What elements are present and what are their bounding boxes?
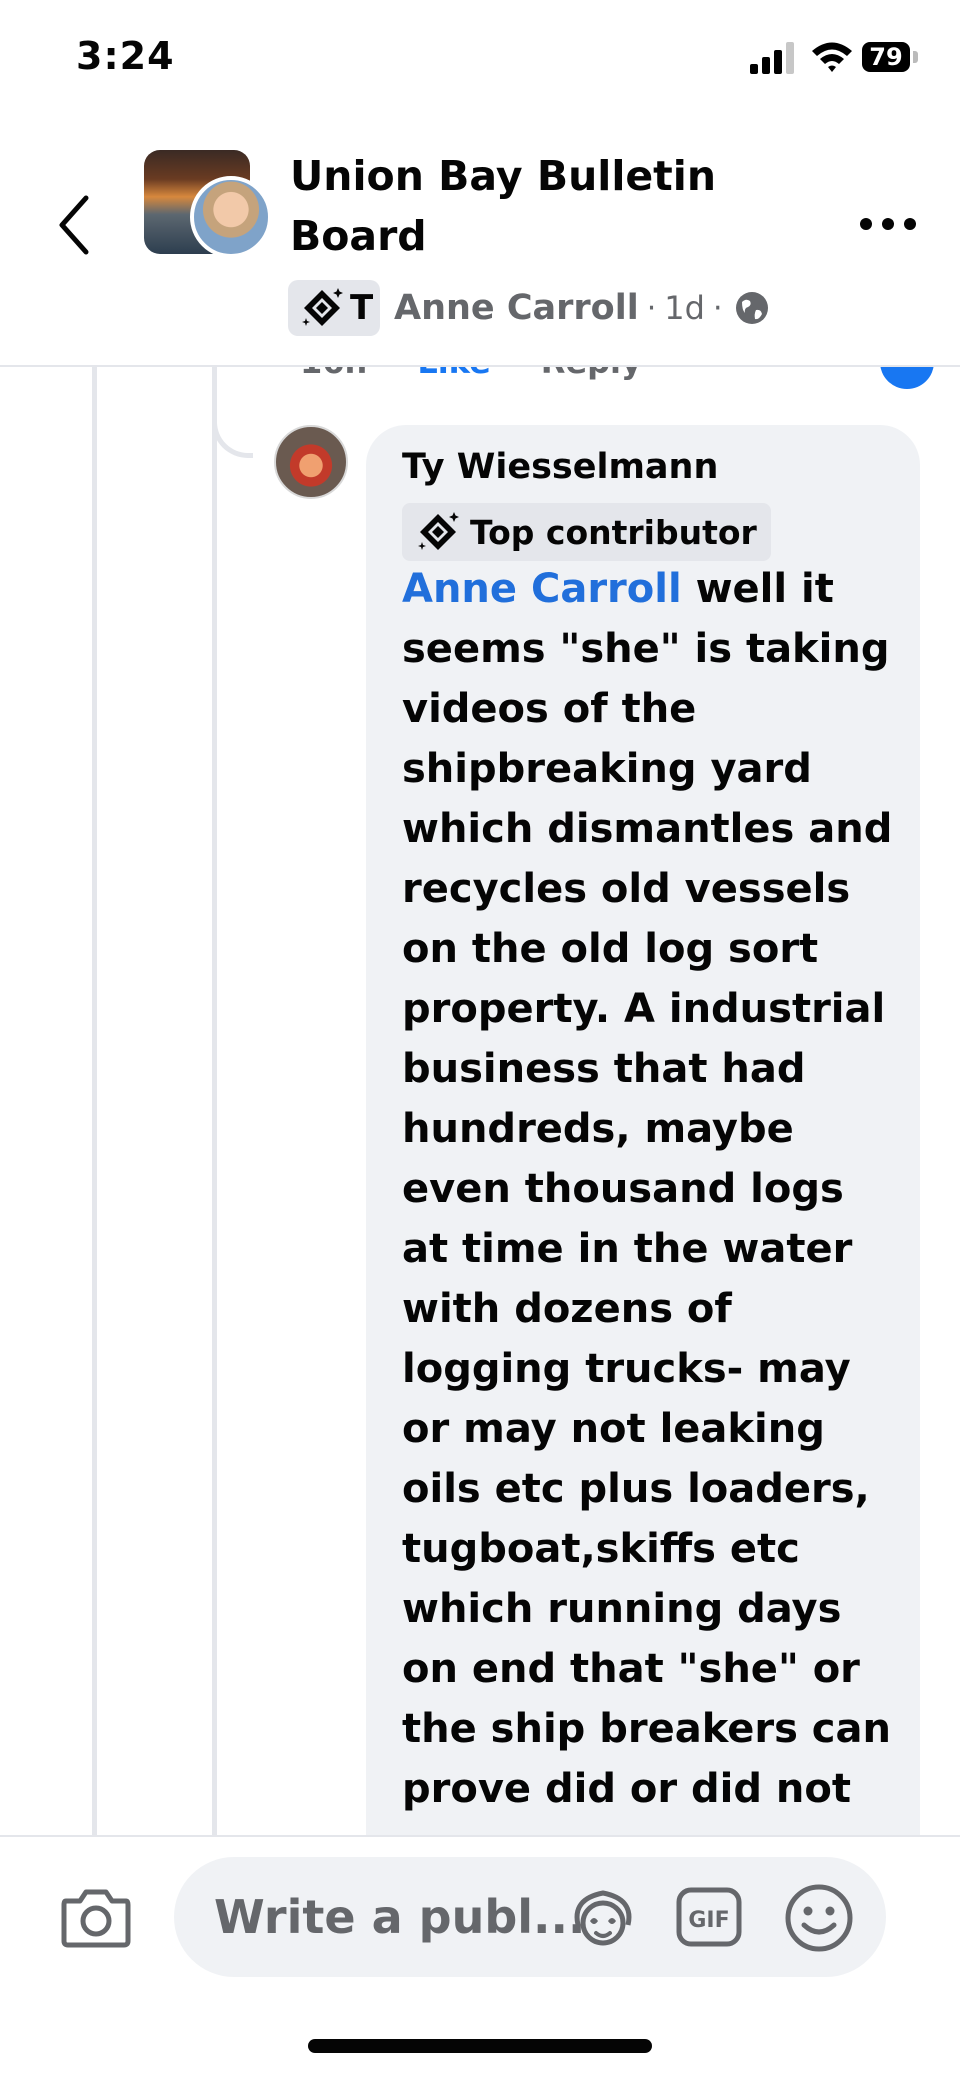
svg-text:GIF: GIF [688,1908,729,1933]
like-button[interactable]: Like [417,365,490,381]
top-contributor-chip[interactable]: T [288,280,380,336]
diamond-badge-icon [302,288,343,326]
badge-label: Top contributor [470,512,757,552]
comment-text: Anne Carroll well it seems "she" is taki… [402,559,902,1819]
author-avatar[interactable] [190,176,272,258]
comment-body-text: well it seems "she" is taking videos of … [402,566,893,1812]
commenter-name[interactable]: Ty Wiesselmann [402,447,718,487]
comment-input[interactable]: Write a publ... GIF [174,1857,886,1977]
globe-icon [736,292,769,324]
comment-bubble[interactable]: Ty Wiesselmann Top contributor Anne Carr… [366,425,920,1835]
status-time: 3:24 [76,34,175,78]
comment-composer: Write a publ... GIF [0,1835,960,1997]
post-author[interactable]: Anne Carroll [394,288,639,328]
post-meta: T Anne Carroll · 1d · [288,280,770,336]
back-button[interactable] [48,180,98,270]
reply-button[interactable]: Reply [541,365,642,381]
group-name[interactable]: Union Bay Bulletin Board [290,146,790,266]
meta-separator: · [712,290,723,326]
wifi-icon [812,42,852,72]
gif-icon[interactable]: GIF [676,1887,742,1947]
thread-line [92,365,97,1835]
camera-icon[interactable] [60,1887,132,1949]
reaction-icon[interactable] [880,365,934,389]
previous-comment-actions: 16h Like Reply [300,365,642,381]
meta-separator: · [646,290,657,326]
comment-thread: 16h Like Reply Ty Wiesselmann Top contri… [0,365,960,1835]
diamond-badge-icon [418,512,459,550]
avatar-sticker-icon[interactable] [568,1885,638,1949]
top-contributor-badge[interactable]: Top contributor [402,503,771,561]
mention-link[interactable]: Anne Carroll [402,566,682,612]
post-header: Union Bay Bulletin Board T Anne Carroll … [0,120,960,367]
more-options-button[interactable] [858,204,918,244]
previous-comment-time: 16h [300,365,367,381]
thread-connector [212,405,253,458]
battery-icon: 79 [862,42,920,72]
comment-input-placeholder: Write a publ... [214,1890,586,1944]
cellular-signal-icon [750,42,794,74]
back-icon [59,195,89,255]
post-time[interactable]: 1d [664,289,705,327]
home-indicator[interactable] [308,2039,652,2053]
thread-line [212,453,217,1835]
commenter-avatar[interactable] [274,425,348,499]
status-bar: 3:24 79 [0,0,960,120]
battery-level: 79 [869,43,903,71]
emoji-icon[interactable] [784,1883,854,1953]
badge-chip-label: T [350,288,374,328]
